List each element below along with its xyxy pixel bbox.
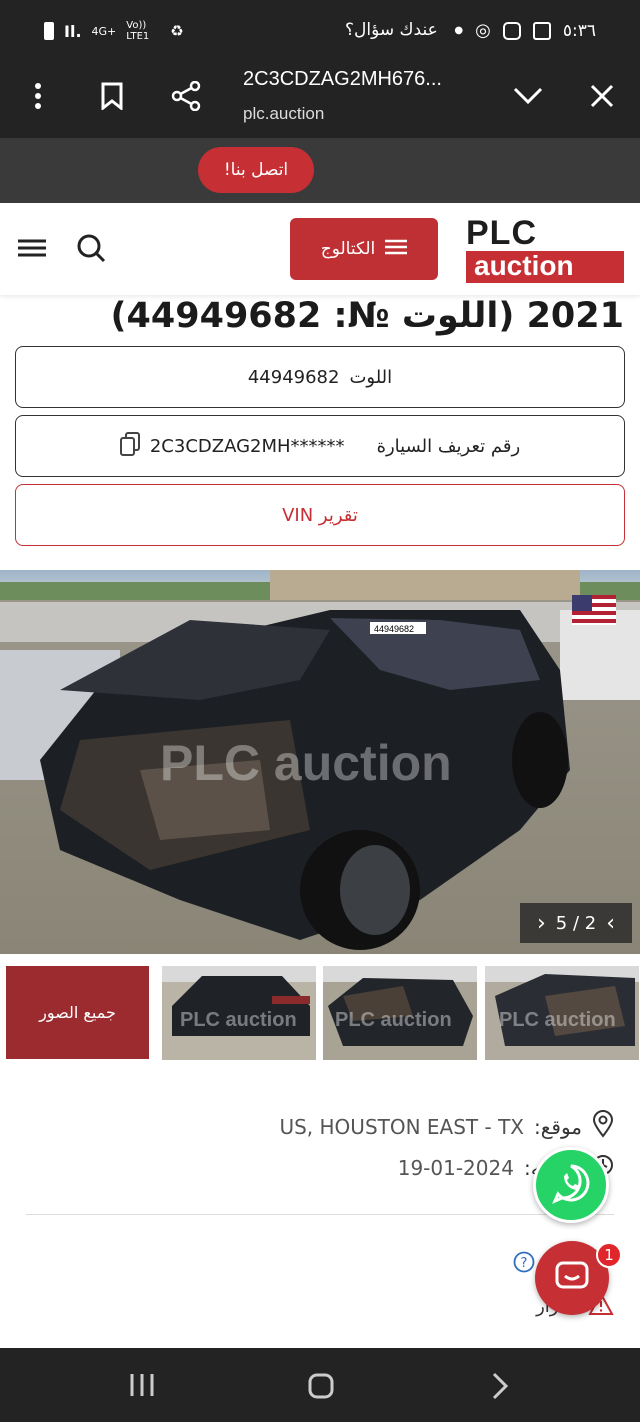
more-options-icon[interactable] [20,78,56,114]
page-title[interactable]: 2C3CDZAG2MH676... [243,68,442,91]
status-left-icons: Il. 4G+ Vo)) LTE1 ♻ [44,20,184,42]
site-header: الكتالوج PLC auction [0,203,640,295]
windshield-sticker-text: 44949682 [374,624,414,634]
lot-title: 2021 (اللوت №: 44949682) [110,296,624,336]
prev-photo-icon[interactable]: ‹ [606,911,615,936]
location-value: US, HOUSTON EAST - TX [279,1114,524,1139]
lot-number-value: 44949682 [247,366,340,388]
us-flag-icon [572,595,616,625]
clock-time: ٥:٣٦ [562,20,596,41]
spiral-app-icon: ◎ [475,20,491,41]
photo-counter-text: 5 / 2 [555,912,597,934]
vin-label: رقم تعريف السيارة [376,435,521,457]
dot-icon: ● [454,25,464,36]
lot-label: اللوت [349,366,393,388]
status-right-icons: ● ◎ ٥:٣٦ [454,20,596,41]
catalog-button[interactable]: الكتالوج [290,218,438,280]
whatsapp-icon [550,1162,592,1208]
contact-promo-bar [0,138,640,203]
back-icon[interactable] [490,1372,510,1404]
system-navigation-bar [0,1348,640,1422]
menu-icon[interactable] [16,237,48,263]
plc-auction-logo[interactable]: PLC auction [466,214,624,283]
chat-icon [555,1261,589,1295]
logo-bottom-text: auction [466,251,624,283]
signal-icon: Il. [64,21,82,41]
status-bar: Il. 4G+ Vo)) LTE1 ♻ ● ◎ ٥:٣٦ [0,0,640,60]
logo-top-text: PLC [466,214,537,252]
menu-lines-icon [385,239,408,260]
instagram-icon [502,21,521,40]
all-photos-button[interactable]: جميع الصور [6,966,149,1059]
location-row: موقع: US, HOUSTON EAST - TX [279,1110,614,1143]
recent-apps-icon[interactable] [128,1372,156,1402]
search-icon[interactable] [76,233,106,267]
help-icon[interactable]: ? [513,1251,535,1277]
catalog-label: الكتالوج [320,239,376,259]
thumbnail-3[interactable]: PLC auction [485,966,639,1060]
chevron-down-icon[interactable] [510,78,546,114]
vin-report-label: تقرير VIN [282,504,358,526]
vin-box: رقم تعريف السيارة 2C3CDZAG2MH****** [15,415,625,477]
thumbnail-strip: جميع الصور PLC auction PLC auction PLC a… [0,966,640,1060]
volte-indicator: Vo)) LTE1 [126,20,150,42]
chat-badge: 1 [596,1242,622,1268]
network-type: 4G+ [91,24,117,38]
thumb-watermark: PLC auction [499,1009,616,1031]
vin-report-button[interactable]: تقرير VIN [15,484,625,546]
contact-us-button[interactable]: اتصل بنا! [198,147,314,193]
updated-value: 19-01-2024 [397,1155,514,1180]
photo-watermark: PLC auction [160,735,452,791]
browser-toolbar: 2C3CDZAG2MH676... plc.auction [0,60,640,138]
recycle-icon: ♻ [170,22,184,40]
copy-icon[interactable] [119,431,140,461]
bookmark-icon[interactable] [94,78,130,114]
section-divider [26,1214,614,1215]
thumbnail-1[interactable]: PLC auction [162,966,316,1060]
main-car-photo[interactable]: PLC auction 44949682 [0,570,640,954]
next-photo-icon[interactable]: › [537,911,546,936]
lot-number-box: اللوت 44949682 [15,346,625,408]
close-icon[interactable] [584,78,620,114]
photo-counter: › 5 / 2 ‹ [520,903,632,943]
thumb-watermark: PLC auction [335,1009,452,1031]
share-icon[interactable] [168,78,204,114]
thumbnail-2[interactable]: PLC auction [323,966,477,1060]
svg-text:?: ? [521,1256,528,1271]
promo-question: عندك سؤال؟ [345,20,438,40]
vin-value: 2C3CDZAG2MH****** [149,435,345,457]
location-pin-icon [592,1110,614,1143]
home-icon[interactable] [307,1372,335,1404]
gallery-icon [532,21,551,40]
whatsapp-button[interactable] [533,1147,609,1223]
thumb-watermark: PLC auction [180,1009,297,1031]
battery-icon [44,22,54,40]
location-label: موقع: [534,1114,582,1139]
url-domain[interactable]: plc.auction [243,104,324,124]
